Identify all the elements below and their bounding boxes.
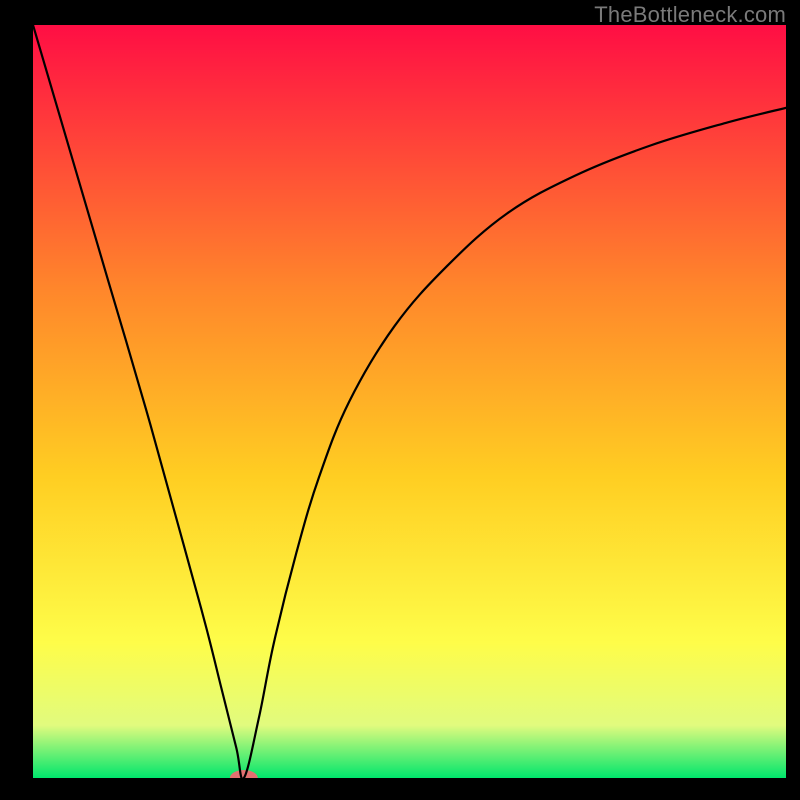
- chart-svg: [33, 25, 786, 778]
- watermark-text: TheBottleneck.com: [594, 2, 786, 28]
- chart-frame: TheBottleneck.com: [0, 0, 800, 800]
- plot-area: [33, 25, 786, 778]
